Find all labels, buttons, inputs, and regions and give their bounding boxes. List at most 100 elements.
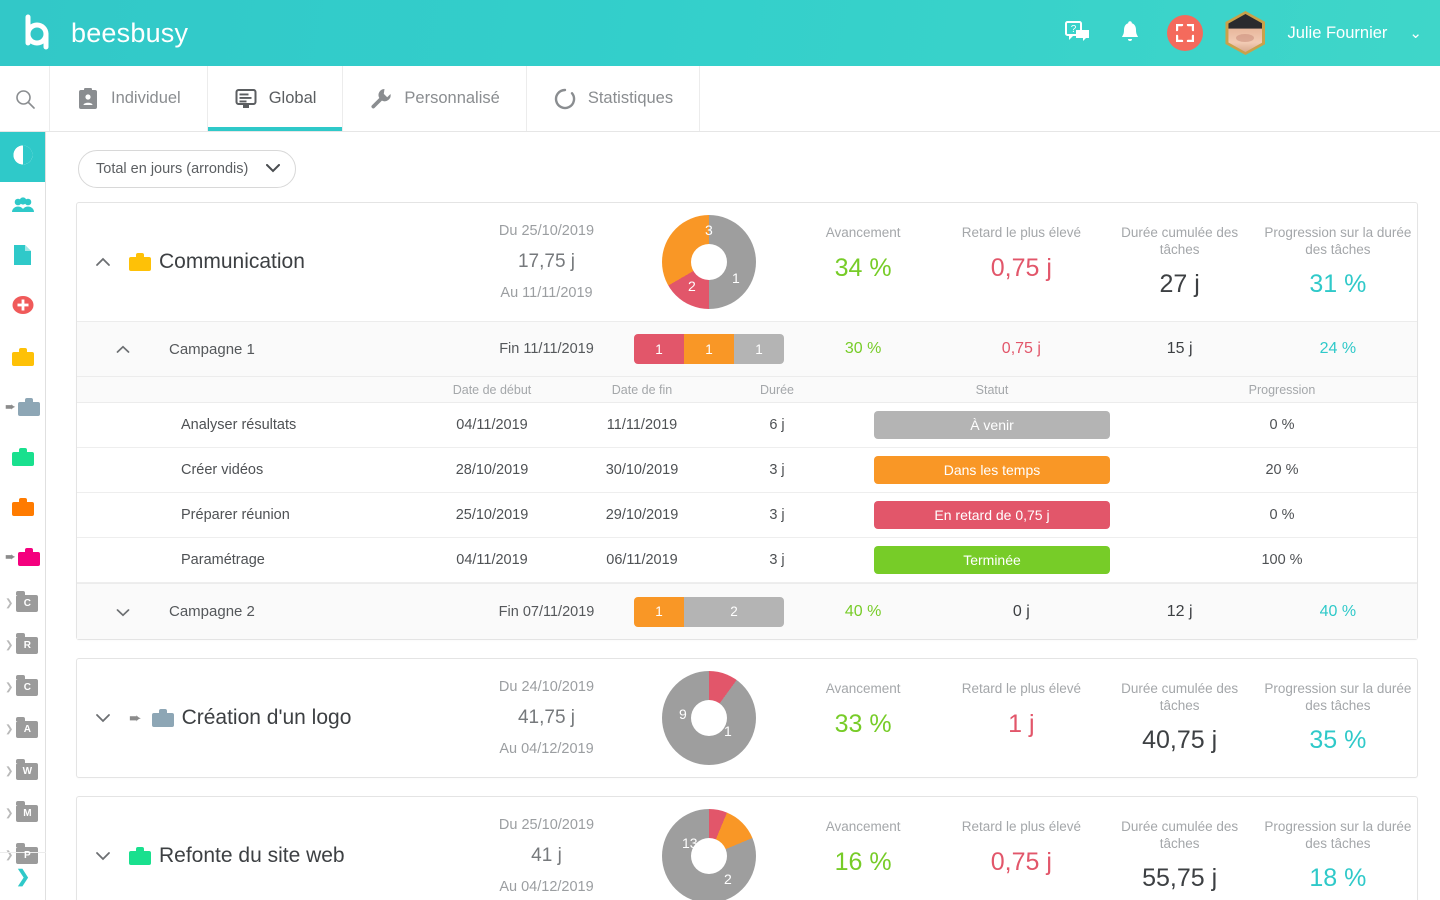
project-header-row[interactable]: Communication Du 25/10/2019 17,75 j Au 1… — [77, 203, 1417, 321]
folder-letter: P — [24, 849, 31, 861]
briefcase-icon — [17, 548, 40, 566]
stat-progression: Progression sur la durée des tâches 18 % — [1259, 819, 1417, 894]
tab-global[interactable]: Global — [207, 66, 344, 131]
task-start: 28/10/2019 — [455, 462, 529, 478]
fullscreen-button[interactable] — [1167, 15, 1204, 51]
project-card-refonte-site: Refonte du site web Du 25/10/2019 41 j A… — [76, 796, 1418, 900]
chat-help-icon[interactable]: ? — [1063, 18, 1093, 48]
task-start: 25/10/2019 — [455, 507, 529, 523]
sidebar-item-project-green[interactable] — [0, 432, 45, 482]
avatar[interactable] — [1225, 11, 1266, 55]
logo-text: beesbusy — [71, 17, 189, 48]
project-card-creation-logo: ➨ Création d'un logo Du 24/10/2019 41,75… — [76, 658, 1418, 778]
sidebar-folder-a[interactable]: ❯ A — [0, 708, 45, 750]
status-badge: À venir — [874, 411, 1110, 439]
task-end: 30/10/2019 — [605, 462, 679, 478]
sidebar-item-project-yellow[interactable] — [0, 332, 45, 382]
stat-value: 16 % — [834, 847, 892, 876]
campaign-expand-toggle[interactable] — [77, 604, 169, 620]
folder-letter: C — [23, 681, 31, 693]
folder-letter: W — [22, 765, 33, 777]
table-row[interactable]: Analyser résultats 04/11/2019 11/11/2019… — [77, 403, 1417, 448]
project-expand-toggle[interactable] — [77, 710, 129, 727]
task-duration: 6 j — [769, 417, 785, 433]
chevron-right-icon: ❯ — [5, 597, 14, 609]
sidebar-folder-c2[interactable]: ❯ C — [0, 666, 45, 708]
search-icon[interactable] — [0, 66, 50, 131]
task-status-cell: Terminée — [837, 546, 1147, 574]
project-header-row[interactable]: ➨ Création d'un logo Du 24/10/2019 41,75… — [77, 659, 1417, 777]
project-collapse-toggle[interactable] — [77, 254, 129, 271]
sidebar-expand-button[interactable]: ❯ — [0, 852, 46, 900]
sidebar-folder-m[interactable]: ❯ M — [0, 792, 45, 834]
table-row[interactable]: Paramétrage 04/11/2019 06/11/2019 3 j Te… — [77, 538, 1417, 583]
task-duration: 3 j — [769, 552, 785, 568]
sidebar-item-project-orange[interactable] — [0, 482, 45, 532]
project-expand-toggle[interactable] — [77, 848, 129, 865]
folder-icon: W — [16, 758, 39, 780]
stat-label: Durée cumulée des tâches — [1121, 818, 1239, 851]
sidebar-folder-r[interactable]: ❯ R — [0, 624, 45, 666]
task-table-header: Date de début Date de fin Durée Statut P… — [77, 377, 1417, 403]
segment: 1 — [634, 596, 684, 627]
status-segment-bar: 1 2 — [634, 596, 784, 627]
campaign-row-campagne-2[interactable]: Campagne 2 Fin 07/11/2019 1 2 40 % 0 j 1… — [77, 583, 1417, 639]
shared-arrow-icon: ➨ — [129, 710, 142, 727]
stat-value: 55,75 j — [1142, 864, 1218, 893]
status-badge: En retard de 0,75 j — [874, 501, 1110, 529]
sidebar-item-project-pink[interactable]: ➨ — [0, 532, 45, 582]
stat-progression: Progression sur la durée des tâches 35 % — [1259, 681, 1417, 756]
user-name[interactable]: Julie Fournier — [1287, 24, 1387, 43]
chevron-right-icon: ❯ — [5, 681, 14, 693]
logo[interactable]: beesbusy — [0, 13, 188, 53]
task-status-cell: Dans les temps — [837, 456, 1147, 484]
sidebar-item-team[interactable] — [0, 182, 45, 232]
tab-personnalise[interactable]: Personnalisé — [343, 66, 527, 131]
stat-retard: Retard le plus élevé 0,75 j — [942, 225, 1100, 300]
chevron-down-icon[interactable]: ⌄ — [1409, 24, 1422, 42]
table-row[interactable]: Créer vidéos 28/10/2019 30/10/2019 3 j D… — [77, 448, 1417, 493]
tab-statistiques[interactable]: Statistiques — [527, 66, 701, 131]
campaign-name: Campagne 2 — [169, 603, 255, 620]
sidebar-item-project-steel[interactable]: ➨ — [0, 382, 45, 432]
plus-circle-icon — [12, 294, 34, 321]
task-col-duration: Durée — [759, 382, 795, 397]
sidebar-folder-c1[interactable]: ❯ C — [0, 582, 45, 624]
campaign-collapse-toggle[interactable] — [77, 341, 169, 357]
task-name: Analyser résultats — [181, 417, 297, 433]
task-start: 04/11/2019 — [456, 552, 528, 568]
campaign-row-campagne-1[interactable]: Campagne 1 Fin 11/11/2019 1 1 1 30 % 0,7… — [77, 321, 1417, 377]
total-unit-select[interactable]: Total en jours (arrondis) — [78, 150, 296, 188]
tab-label: Personnalisé — [404, 89, 500, 107]
folder-letter: A — [23, 723, 31, 735]
tab-individuel[interactable]: Individuel — [50, 66, 208, 131]
stat-avancement: Avancement 33 % — [784, 681, 942, 756]
main-content: Total en jours (arrondis) Communication … — [46, 132, 1440, 900]
donut-label: 1 — [724, 723, 732, 739]
filter-row: Total en jours (arrondis) — [46, 132, 1440, 202]
table-row[interactable]: Préparer réunion 25/10/2019 29/10/2019 3… — [77, 493, 1417, 538]
people-icon — [11, 196, 35, 218]
sidebar-item-documents[interactable] — [0, 232, 45, 282]
task-col-start: Date de début — [452, 382, 532, 397]
task-col-status: Statut — [837, 383, 1147, 397]
campaign-stats: 30 % 0,75 j 15 j 24 % — [784, 340, 1417, 358]
sidebar-item-add[interactable] — [0, 282, 45, 332]
stat-label: Progression sur la durée des tâches — [1264, 680, 1412, 713]
sidebar-item-dashboard[interactable] — [0, 132, 45, 182]
task-duration: 3 j — [769, 507, 785, 523]
project-date-from: Du 24/10/2019 — [498, 678, 595, 695]
campaign-end-date: Fin 11/11/2019 — [499, 341, 594, 357]
task-end: 11/11/2019 — [606, 417, 678, 433]
project-header-row[interactable]: Refonte du site web Du 25/10/2019 41 j A… — [77, 797, 1417, 900]
project-title-group: Communication — [129, 250, 459, 274]
sidebar: ➨ ➨ ❯ C ❯ R ❯ C ❯ A ❯ W ❯ M ❯ P ❯ — [0, 132, 46, 900]
campaign-name: Campagne 1 — [169, 340, 255, 358]
donut-label: 13 — [682, 835, 698, 851]
notification-bell-icon[interactable] — [1115, 18, 1145, 48]
sidebar-folder-w[interactable]: ❯ W — [0, 750, 45, 792]
project-total-days: 17,75 j — [517, 251, 576, 273]
briefcase-icon — [151, 709, 174, 727]
campaign-avancement: 40 % — [844, 602, 882, 620]
campaign-end-date: Fin 07/11/2019 — [498, 603, 595, 620]
